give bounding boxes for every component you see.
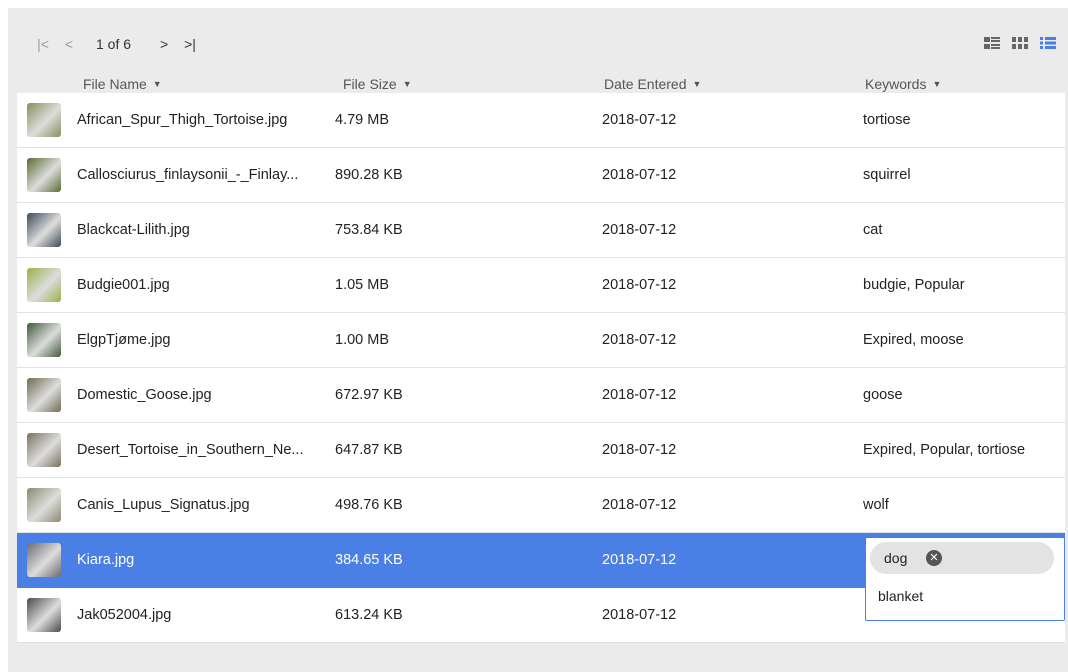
header-date-entered-label: Date Entered <box>604 76 687 92</box>
keywords-cell: wolf <box>863 497 889 513</box>
file-size-cell: 890.28 KB <box>335 167 403 183</box>
image-thumbnail <box>27 378 61 412</box>
image-thumbnail <box>27 103 61 137</box>
date-entered-cell: 2018-07-12 <box>602 112 677 128</box>
keyword-chip-label: dog <box>884 550 908 566</box>
keyword-editor[interactable]: dog ✕ <box>865 537 1065 621</box>
keywords-cell: budgie, Popular <box>863 277 965 293</box>
list-view-icon[interactable] <box>1040 36 1056 50</box>
remove-chip-icon[interactable]: ✕ <box>926 550 942 566</box>
file-size-cell: 613.24 KB <box>335 607 403 623</box>
date-entered-cell: 2018-07-12 <box>602 332 677 348</box>
date-entered-cell: 2018-07-12 <box>602 497 677 513</box>
keywords-cell: squirrel <box>863 167 911 183</box>
sort-caret-icon: ▼ <box>932 79 942 89</box>
table-row[interactable]: Budgie001.jpg 1.05 MB 2018-07-12 budgie, Po… <box>17 258 1065 313</box>
header-file-size[interactable]: File Size ▼ <box>343 76 412 92</box>
image-thumbnail <box>27 268 61 302</box>
file-size-cell: 4.79 MB <box>335 112 389 128</box>
header-file-name[interactable]: File Name ▼ <box>83 76 162 92</box>
page-indicator: 1 of 6 <box>96 36 132 52</box>
grid-view-icon[interactable] <box>1012 36 1028 50</box>
table-row[interactable]: Desert_Tortoise_in_Southern_Ne... 647.87 … <box>17 423 1065 478</box>
table-row[interactable]: Domestic_Goose.jpg 672.97 KB 2018-07-12 goo… <box>17 368 1065 423</box>
view-switcher <box>984 36 1056 50</box>
image-thumbnail <box>27 488 61 522</box>
header-date-entered[interactable]: Date Entered ▼ <box>604 76 701 92</box>
sort-caret-icon: ▼ <box>692 79 702 89</box>
date-entered-cell: 2018-07-12 <box>602 552 677 568</box>
file-name-cell: ElgpTjøme.jpg <box>77 332 171 348</box>
date-entered-cell: 2018-07-12 <box>602 607 677 623</box>
date-entered-cell: 2018-07-12 <box>602 222 677 238</box>
first-page-icon[interactable]: |< <box>34 36 52 52</box>
file-name-cell: Blackcat-Lilith.jpg <box>77 222 190 238</box>
file-size-cell: 753.84 KB <box>335 222 403 238</box>
file-size-cell: 672.97 KB <box>335 387 403 403</box>
header-keywords[interactable]: Keywords ▼ <box>865 76 941 92</box>
keyword-chip[interactable]: dog ✕ <box>870 542 1054 574</box>
next-page-icon[interactable]: > <box>155 36 173 52</box>
file-name-cell: Desert_Tortoise_in_Southern_Ne... <box>77 442 304 458</box>
image-thumbnail <box>27 433 61 467</box>
detail-view-icon[interactable] <box>984 36 1000 50</box>
header-keywords-label: Keywords <box>865 76 927 92</box>
file-size-cell: 384.65 KB <box>335 552 403 568</box>
file-size-cell: 647.87 KB <box>335 442 403 458</box>
keywords-cell: Expired, moose <box>863 332 964 348</box>
last-page-icon[interactable]: >| <box>181 36 199 52</box>
date-entered-cell: 2018-07-12 <box>602 277 677 293</box>
image-thumbnail <box>27 158 61 192</box>
file-size-cell: 498.76 KB <box>335 497 403 513</box>
prev-page-icon[interactable]: < <box>60 36 78 52</box>
sort-caret-icon: ▼ <box>152 79 162 89</box>
file-name-cell: Jak052004.jpg <box>77 607 172 623</box>
table-row[interactable]: Callosciurus_finlaysonii_-_Finlay... 890.… <box>17 148 1065 203</box>
keyword-input[interactable] <box>874 584 1062 608</box>
table-row[interactable]: ElgpTjøme.jpg 1.00 MB 2018-07-12 Expired, m… <box>17 313 1065 368</box>
file-name-cell: African_Spur_Thigh_Tortoise.jpg <box>77 112 288 128</box>
image-thumbnail <box>27 543 61 577</box>
file-name-cell: Kiara.jpg <box>77 552 135 568</box>
file-name-cell: Domestic_Goose.jpg <box>77 387 212 403</box>
keywords-cell: Expired, Popular, tortiose <box>863 442 1026 458</box>
pager: |< < 1 of 6 > >| <box>34 36 199 52</box>
table-row[interactable]: Blackcat-Lilith.jpg 753.84 KB 2018-07-12 ca… <box>17 203 1065 258</box>
file-size-cell: 1.00 MB <box>335 332 389 348</box>
file-size-cell: 1.05 MB <box>335 277 389 293</box>
keywords-cell: tortiose <box>863 112 911 128</box>
date-entered-cell: 2018-07-12 <box>602 387 677 403</box>
table-row[interactable]: Canis_Lupus_Signatus.jpg 498.76 KB 2018-07… <box>17 478 1065 533</box>
image-thumbnail <box>27 598 61 632</box>
image-thumbnail <box>27 323 61 357</box>
toolbar: |< < 1 of 6 > >| <box>8 8 1068 68</box>
file-name-cell: Callosciurus_finlaysonii_-_Finlay... <box>77 167 299 183</box>
table-row[interactable]: African_Spur_Thigh_Tortoise.jpg 4.79 MB 20… <box>17 93 1065 148</box>
file-name-cell: Budgie001.jpg <box>77 277 170 293</box>
header-file-size-label: File Size <box>343 76 397 92</box>
header-file-name-label: File Name <box>83 76 147 92</box>
keywords-cell: cat <box>863 222 883 238</box>
keywords-cell: goose <box>863 387 903 403</box>
file-name-cell: Canis_Lupus_Signatus.jpg <box>77 497 250 513</box>
date-entered-cell: 2018-07-12 <box>602 167 677 183</box>
sort-caret-icon: ▼ <box>402 79 412 89</box>
image-thumbnail <box>27 213 61 247</box>
date-entered-cell: 2018-07-12 <box>602 442 677 458</box>
